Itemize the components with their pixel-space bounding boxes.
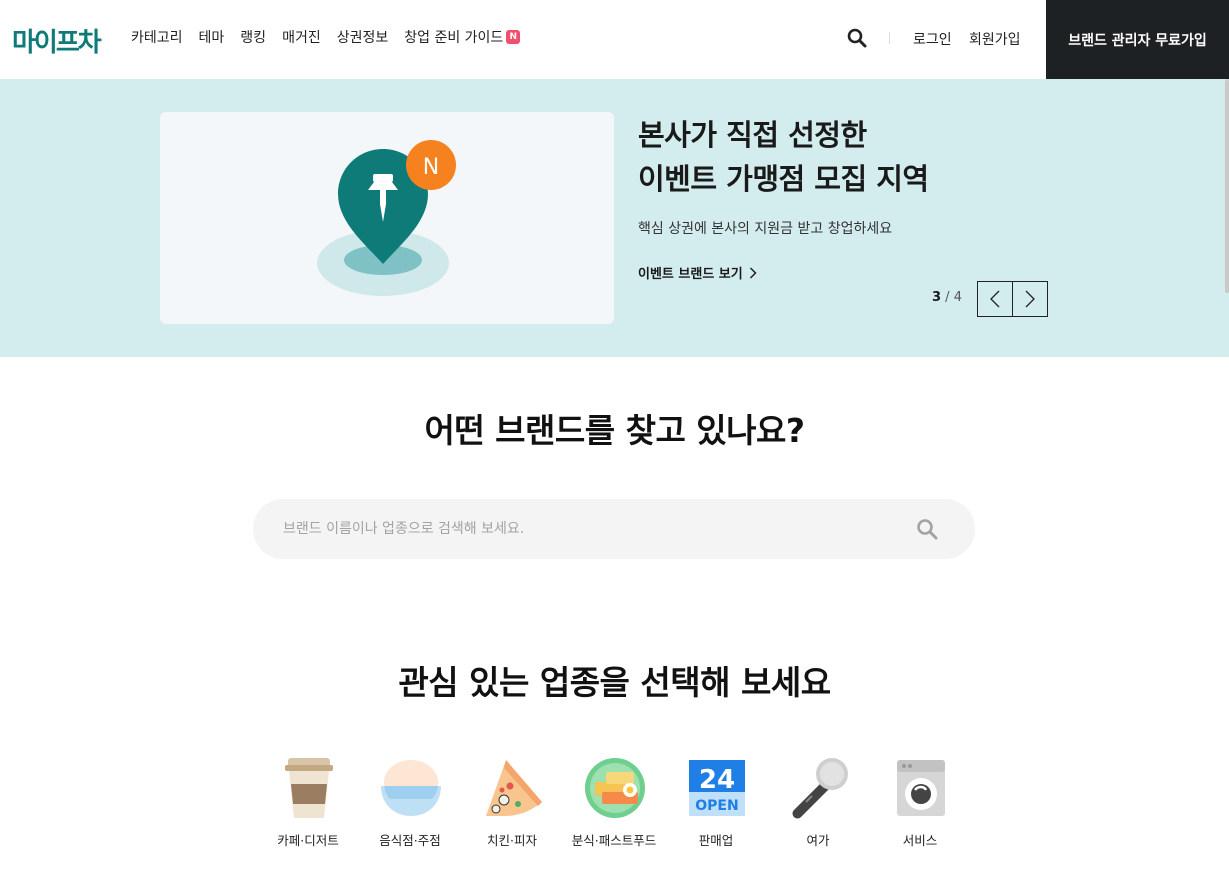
event-brand-link[interactable]: 이벤트 브랜드 보기 (638, 263, 757, 282)
nav-magazine[interactable]: 매거진 (282, 27, 321, 47)
coffee-cup-icon (285, 758, 333, 818)
map-pin-icon: N (317, 140, 456, 296)
microphone-icon (792, 758, 848, 819)
pin-badge-text: N (423, 155, 439, 180)
rice-bowl-icon (381, 760, 441, 816)
nav-ranking[interactable]: 랭킹 (240, 27, 266, 47)
main-nav: 카테고리 테마 랭킹 매거진 상권정보 창업 준비 가이드 N (131, 27, 536, 47)
logo[interactable]: 마이프차 (12, 22, 102, 59)
nav-ranking-label: 랭킹 (240, 30, 267, 46)
brand-search-input[interactable] (283, 499, 903, 559)
nav-area-info-label: 상권정보 (336, 30, 389, 46)
banner-title-line1: 본사가 직접 선정한 (638, 118, 867, 152)
banner-prev-button[interactable] (977, 281, 1013, 317)
chevron-left-icon (990, 290, 1000, 308)
page-scrollbar[interactable] (1225, 79, 1229, 293)
login-link[interactable]: 로그인 (913, 29, 952, 49)
icon-text-open: OPEN (695, 798, 738, 814)
banner-pager: 3 / 4 (932, 290, 962, 305)
signup-link[interactable]: 회원가입 (969, 29, 1021, 49)
24-open-icon: 24 OPEN (689, 760, 745, 816)
search-icon[interactable] (846, 27, 868, 49)
search-section-title: 어떤 브랜드를 찾고 있나요? (424, 411, 805, 450)
pager-sep: / (941, 290, 954, 305)
chevron-right-icon (749, 266, 757, 279)
nav-category[interactable]: 카테고리 (131, 27, 183, 47)
event-brand-link-label: 이벤트 브랜드 보기 (638, 267, 743, 282)
washing-machine-icon (897, 760, 945, 816)
nav-theme[interactable]: 테마 (199, 27, 225, 47)
event-banner: N 본사가 직접 선정한 이벤트 가맹점 모집 지역 핵심 상권에 본사의 지원… (0, 79, 1229, 357)
pager-total: 4 (953, 290, 962, 305)
category-service[interactable]: 서비스 (870, 756, 970, 856)
nav-theme-label: 테마 (198, 30, 225, 46)
brand-admin-signup-button[interactable]: 브랜드 관리자 무료가입 (1046, 0, 1229, 79)
site-header: 마이프차 카테고리 테마 랭킹 매거진 상권정보 창업 준비 가이드 N 로그인 … (0, 0, 1229, 79)
nav-magazine-label: 매거진 (282, 30, 321, 46)
banner-image[interactable]: N (160, 112, 614, 324)
nav-startup-guide[interactable]: 창업 준비 가이드 N (404, 27, 521, 47)
banner-next-button[interactable] (1012, 281, 1048, 317)
banner-title-line2: 이벤트 가맹점 모집 지역 (638, 162, 929, 196)
chevron-right-icon (1025, 290, 1035, 308)
search-icon[interactable] (915, 517, 939, 541)
new-badge: N (506, 30, 521, 44)
icon-text-24: 24 (699, 765, 735, 795)
banner-title: 본사가 직접 선정한 이벤트 가맹점 모집 지역 (638, 113, 929, 201)
pager-current: 3 (932, 290, 942, 305)
pizza-slice-icon (486, 760, 542, 816)
nav-area-info[interactable]: 상권정보 (337, 27, 389, 47)
snack-plate-icon (585, 758, 645, 818)
category-section-title: 관심 있는 업종을 선택해 보세요 (398, 663, 831, 702)
nav-category-label: 카테고리 (131, 30, 183, 46)
banner-subtitle: 핵심 상권에 본사의 지원금 받고 창업하세요 (638, 221, 893, 237)
brand-search-box (253, 499, 975, 559)
category-label: 서비스 (902, 833, 938, 848)
nav-startup-guide-label: 창업 준비 가이드 (404, 30, 504, 46)
header-divider (889, 32, 890, 44)
